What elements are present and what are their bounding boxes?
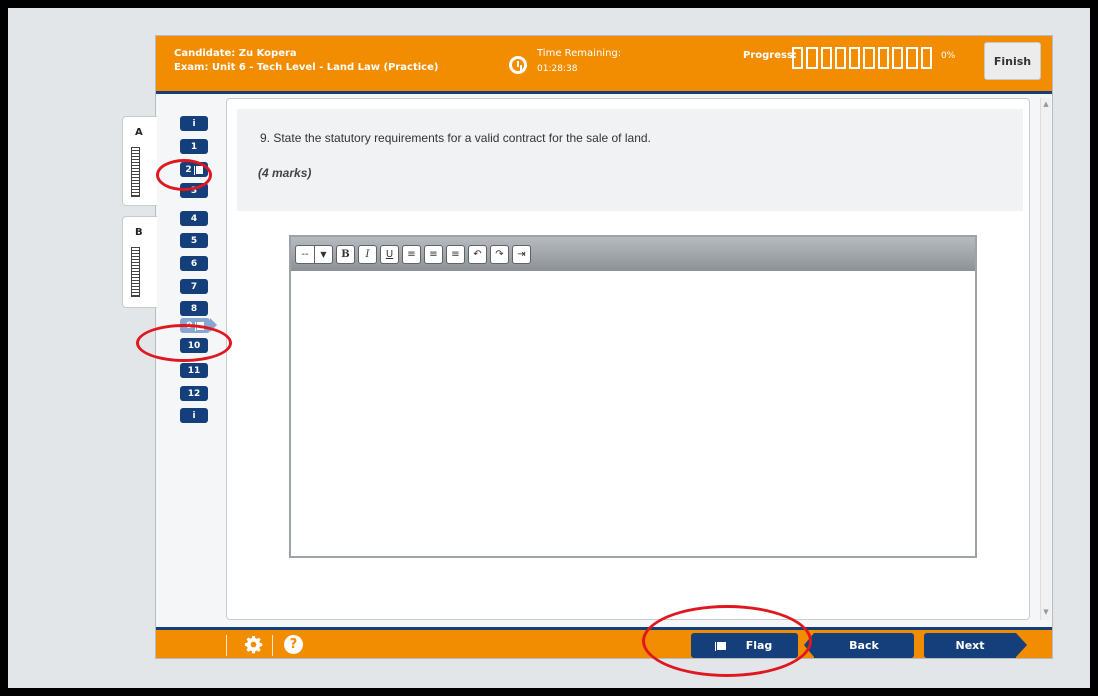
editor-toolbar: -- ▼ B I U ≡ ≡ ≡ ↶ ↷ ⇥ (291, 237, 975, 271)
exam-window: Candidate: Zu Kopera Exam: Unit 6 - Tech… (122, 35, 1053, 659)
bold-button[interactable]: B (336, 244, 355, 264)
scroll-down-arrow-icon[interactable]: ▼ (1041, 608, 1051, 618)
question-button-11[interactable]: 11 (180, 363, 208, 378)
next-button[interactable]: Next (924, 633, 1027, 658)
progress-segment (877, 47, 890, 69)
redo-button[interactable]: ↷ (490, 244, 509, 264)
question-button-9[interactable]: 9 (180, 318, 217, 333)
question-number: 3 (190, 185, 198, 196)
exam-title: Exam: Unit 6 - Tech Level - Land Law (Pr… (174, 62, 439, 73)
question-button-10[interactable]: 10 (180, 338, 208, 353)
section-info-button-b[interactable]: i (180, 408, 208, 423)
flag-icon (193, 165, 203, 175)
question-button-7[interactable]: 7 (180, 279, 208, 294)
question-button-12[interactable]: 12 (180, 386, 208, 401)
question-button-3[interactable]: 3 (180, 183, 208, 198)
underline-button[interactable]: U (380, 244, 399, 264)
scroll-up-arrow-icon[interactable]: ▲ (1041, 100, 1051, 110)
section-info-button-a[interactable]: i (180, 116, 208, 131)
undo-button[interactable]: ↶ (468, 244, 487, 264)
progress-label: Progress: (743, 50, 797, 61)
candidate-name: Candidate: Zu Kopera (174, 48, 297, 59)
flag-button-label: Flag (745, 639, 773, 652)
footer-divider (226, 635, 227, 656)
question-panel: 9. State the statutory requirements for … (226, 98, 1030, 620)
question-button-1[interactable]: 1 (180, 139, 208, 154)
question-number: 8 (190, 303, 198, 314)
section-letter: B (135, 227, 143, 238)
question-number: 1 (190, 141, 198, 152)
question-number: 12 (187, 388, 201, 399)
back-button[interactable]: Back (804, 633, 914, 658)
question-number: 4 (190, 213, 198, 224)
font-size-dropdown-button[interactable]: ▼ (314, 244, 333, 264)
progress-segment (849, 47, 861, 69)
question-button-2[interactable]: 2 (180, 162, 208, 177)
question-number: 10 (187, 340, 201, 351)
italic-button[interactable]: I (358, 244, 377, 264)
flag-icon (194, 321, 204, 331)
exam-header: Candidate: Zu Kopera Exam: Unit 6 - Tech… (156, 36, 1052, 94)
footer-divider (272, 635, 273, 656)
question-number: 7 (190, 281, 198, 292)
flag-icon (714, 641, 726, 651)
clock-icon (509, 56, 527, 74)
progress-segment (892, 47, 904, 69)
time-remaining-value: 01:28:38 (537, 64, 578, 74)
section-progress-meter (131, 147, 140, 197)
gear-icon[interactable] (244, 635, 263, 654)
question-number: 5 (190, 235, 198, 246)
question-number: 2 (185, 164, 192, 175)
question-button-6[interactable]: 6 (180, 256, 208, 271)
progress-segment (834, 47, 847, 69)
progress-segment (906, 47, 918, 69)
info-icon: i (192, 118, 196, 129)
question-number: 9 (186, 320, 193, 331)
help-icon[interactable]: ? (284, 635, 303, 654)
screen: Candidate: Zu Kopera Exam: Unit 6 - Tech… (8, 8, 1090, 688)
question-number: 11 (187, 365, 201, 376)
content-scrollbar[interactable]: ▲ ▼ (1040, 98, 1051, 620)
exam-footer: ? Flag Back Next (156, 627, 1052, 658)
question-box: 9. State the statutory requirements for … (237, 109, 1023, 211)
question-button-4[interactable]: 4 (180, 211, 208, 226)
section-tab-a[interactable]: A (122, 116, 157, 206)
section-progress-meter (131, 247, 140, 297)
progress-segment (792, 47, 804, 69)
time-remaining-label: Time Remaining: (537, 48, 622, 59)
progress-segment (820, 47, 832, 69)
question-number: 6 (190, 258, 198, 269)
question-button-8[interactable]: 8 (180, 301, 208, 316)
progress-segment (863, 47, 875, 69)
align-right-button[interactable]: ≡ (446, 244, 465, 264)
question-button-5[interactable]: 5 (180, 233, 208, 248)
question-marks: (4 marks) (258, 166, 312, 180)
font-size-select[interactable]: -- (295, 244, 314, 264)
section-tab-b[interactable]: B (122, 216, 157, 308)
progress-bar (792, 47, 932, 69)
finish-button[interactable]: Finish (984, 42, 1041, 80)
flag-button[interactable]: Flag (691, 633, 798, 658)
answer-editor: -- ▼ B I U ≡ ≡ ≡ ↶ ↷ ⇥ (289, 235, 977, 558)
answer-text-area[interactable] (291, 271, 975, 556)
info-icon: i (192, 410, 196, 421)
question-text: 9. State the statutory requirements for … (260, 131, 651, 145)
align-center-button[interactable]: ≡ (424, 244, 443, 264)
progress-percent: 0% (941, 51, 956, 61)
indent-button[interactable]: ⇥ (512, 244, 531, 264)
progress-segment (920, 47, 932, 69)
section-letter: A (135, 127, 143, 138)
align-left-button[interactable]: ≡ (402, 244, 421, 264)
progress-segment (806, 47, 818, 69)
